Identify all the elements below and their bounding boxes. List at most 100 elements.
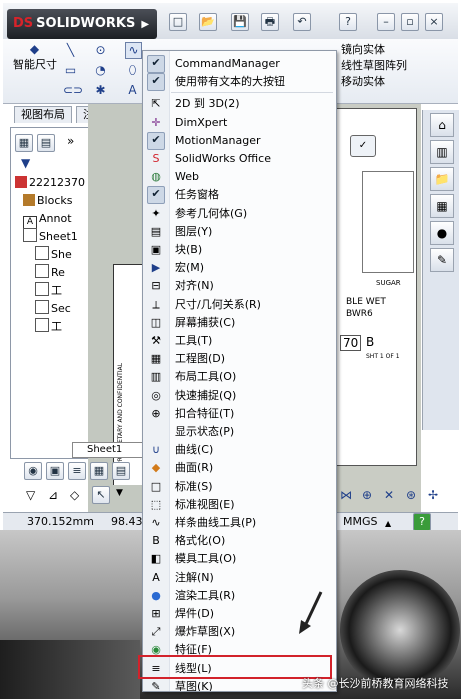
check-marker-icon: ✓ — [350, 135, 376, 157]
section-view-icon — [35, 300, 49, 314]
filter-vertices-icon[interactable]: ⋈ — [340, 488, 352, 502]
rectangle-icon[interactable]: ▭ — [63, 63, 78, 78]
task-pane-resources-icon[interactable]: ⌂ — [430, 113, 454, 137]
tree-item-drawing[interactable]: 22212370 — [15, 174, 85, 192]
filter-symbols-icon[interactable]: ⊛ — [406, 488, 416, 502]
tree-item-section[interactable]: Sec — [15, 300, 85, 318]
minimize-icon[interactable]: – — [377, 13, 395, 31]
menu-item[interactable]: ⇱ 2D 到 3D(2) — [143, 95, 336, 113]
tree-item-view2[interactable]: 工 — [15, 318, 85, 336]
menu-item[interactable]: ▦ 工程图(D) — [143, 350, 336, 368]
slot-icon[interactable]: ⊂⊃ — [63, 83, 83, 98]
menu-item[interactable]: 显示状态(P) — [143, 423, 336, 441]
menu-item[interactable]: ∪ 曲线(C) — [143, 441, 336, 459]
wireframe-icon[interactable]: ▣ — [46, 462, 64, 480]
status-help-button[interactable]: ? — [413, 513, 431, 531]
custom-properties-icon[interactable]: ✎ — [430, 248, 454, 272]
view-palette-icon[interactable]: ▦ — [430, 194, 454, 218]
menu-item[interactable]: ⊕ 扣合特征(T) — [143, 405, 336, 423]
menu-item[interactable]: ✦ 参考几何体(G) — [143, 205, 336, 223]
filter-faces-icon[interactable]: ◇ — [70, 488, 79, 502]
expand-chevron-icon[interactable]: » — [67, 134, 74, 148]
filter-toolbar-icon[interactable]: ▽ — [26, 488, 35, 502]
menu-item[interactable]: A 注解(N) — [143, 569, 336, 587]
select-dropdown-icon[interactable]: ▼ — [116, 488, 123, 498]
smart-dimension-icon[interactable]: ◆ — [27, 42, 42, 57]
tree-item-view1[interactable]: 工 — [15, 282, 85, 300]
hatch-icon[interactable]: ▦ — [90, 462, 108, 480]
menu-item[interactable]: ▤ 图层(Y) — [143, 223, 336, 241]
smart-dimension-button[interactable]: 智能尺寸 — [13, 58, 57, 72]
menu-item[interactable]: ◧ 模具工具(O) — [143, 550, 336, 568]
filter-icon[interactable]: ▼ — [21, 156, 30, 170]
linear-pattern-button[interactable]: 线性草图阵列 — [341, 58, 407, 74]
move-entities-button[interactable]: 移动实体 — [341, 74, 407, 90]
text-icon[interactable]: A — [125, 83, 140, 98]
open-folder-icon[interactable]: 📂 — [199, 13, 217, 31]
filter-edges-icon[interactable]: ⊿ — [48, 488, 58, 502]
sheet-tab[interactable]: Sheet1 — [72, 442, 148, 458]
tree-item-annotations[interactable]: A Annot — [15, 210, 85, 230]
graphics-area-right[interactable]: ✓ BLE WET BWR6 SUGAR 70 B SHT 1 OF 1 — [335, 104, 421, 544]
filter-surface-icon[interactable]: ✢ — [428, 488, 438, 502]
property-tab-icon[interactable]: ▤ — [37, 134, 55, 152]
tree-item-sheet1[interactable]: Sheet1 — [15, 228, 85, 246]
menu-item[interactable]: ▥ 布局工具(O) — [143, 368, 336, 386]
line-thickness-icon[interactable]: ≡ — [68, 462, 86, 480]
feature-tree-tab-icon[interactable]: ▦ — [15, 134, 33, 152]
save-icon[interactable]: 💾 — [231, 13, 249, 31]
shaded-display-icon[interactable]: ◉ — [24, 462, 42, 480]
layers-toolbar-icon[interactable]: ▤ — [112, 462, 130, 480]
menu-item[interactable]: ∿ 样条曲线工具(P) — [143, 514, 336, 532]
menu-item[interactable]: ⬚ 标准视图(E) — [143, 496, 336, 514]
menu-item[interactable]: ⊟ 对齐(N) — [143, 277, 336, 295]
menu-item[interactable]: ◍ Web — [143, 168, 336, 186]
menu-item[interactable]: ◫ 屏幕捕获(C) — [143, 314, 336, 332]
menu-item[interactable]: ▶ 宏(M) — [143, 259, 336, 277]
filter-dimensions-icon[interactable]: ⊕ — [362, 488, 372, 502]
restore-icon[interactable]: ▫ — [401, 13, 419, 31]
menu-item[interactable]: ⚒ 工具(T) — [143, 332, 336, 350]
menu-item[interactable]: S SolidWorks Office — [143, 150, 336, 168]
menu-item-label: 对齐(N) — [175, 279, 214, 293]
title-block-code: BWR6 — [346, 309, 373, 319]
dimxpert-icon: ✛ — [151, 115, 161, 129]
menu-item[interactable]: □ 标准(S) — [143, 478, 336, 496]
spline-icon[interactable]: ∿ — [125, 42, 142, 59]
menu-item-label: 宏(M) — [175, 261, 205, 275]
select-pointer-icon[interactable]: ↖ — [92, 486, 110, 504]
ellipse-icon[interactable]: ⬯ — [125, 63, 140, 78]
menu-item[interactable]: ✔ 任务窗格 — [143, 186, 336, 205]
arc-icon[interactable]: ◔ — [93, 63, 108, 78]
tree-item-blocks[interactable]: Blocks — [15, 192, 85, 210]
drawing-sheet-right: ✓ BLE WET BWR6 SUGAR 70 B SHT 1 OF 1 — [335, 108, 417, 466]
tree-item-relations[interactable]: Re — [15, 264, 85, 282]
file-explorer-icon[interactable]: 📁 — [430, 167, 454, 191]
design-library-icon[interactable]: ▥ — [430, 140, 454, 164]
line-icon[interactable]: ╲ — [63, 43, 78, 58]
mirror-entities-button[interactable]: 镜向实体 — [341, 42, 407, 58]
tab-view-layout[interactable]: 视图布局 — [14, 106, 72, 123]
menu-item[interactable]: ✔ MotionManager — [143, 131, 336, 150]
units-indicator[interactable]: MMGS — [343, 513, 378, 531]
new-document-icon[interactable]: □ — [169, 13, 187, 31]
undo-icon[interactable]: ↶ — [293, 13, 311, 31]
solidworks-logo[interactable]: DS SOLIDWORKS ▶ — [7, 9, 157, 39]
tree-item-sheet-format[interactable]: She — [15, 246, 85, 264]
menu-item[interactable]: ▣ 块(B) — [143, 241, 336, 259]
menu-item[interactable]: ◆ 曲面(R) — [143, 459, 336, 477]
circle-icon[interactable]: ⊙ — [93, 43, 108, 58]
print-icon[interactable]: 🖶 — [261, 13, 279, 31]
appearances-icon[interactable]: ● — [430, 221, 454, 245]
menu-item[interactable]: ✛ DimXpert — [143, 114, 336, 132]
menu-item[interactable]: ⟂ 尺寸/几何关系(R) — [143, 296, 336, 314]
help-icon[interactable]: ? — [339, 13, 357, 31]
menu-item[interactable]: ✔ 使用带有文本的大按钮 — [143, 73, 336, 92]
menu-item[interactable]: B 格式化(O) — [143, 532, 336, 550]
close-icon[interactable]: × — [425, 13, 443, 31]
point-icon[interactable]: ✱ — [93, 83, 108, 98]
dimension-relation-icon: ⟂ — [152, 297, 160, 311]
filter-notes-icon[interactable]: ✕ — [384, 488, 394, 502]
menu-item[interactable]: ◎ 快速捕捉(Q) — [143, 387, 336, 405]
menu-item[interactable]: ✔ CommandManager — [143, 55, 336, 73]
